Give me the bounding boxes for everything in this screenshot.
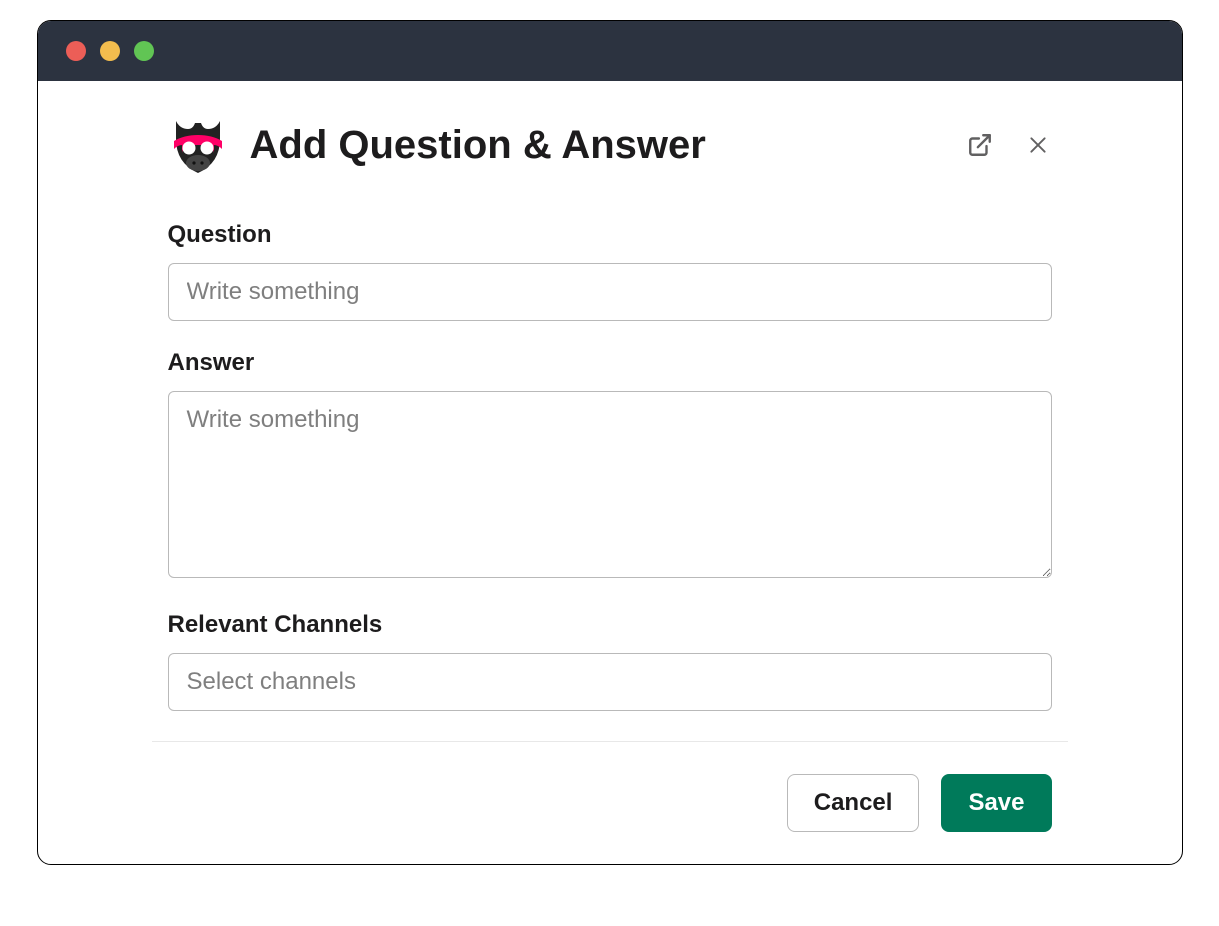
modal-footer: Cancel Save	[38, 742, 1182, 864]
question-label: Question	[168, 221, 1052, 249]
app-logo-icon	[168, 115, 228, 175]
modal-header: Add Question & Answer	[168, 115, 1052, 175]
channels-label: Relevant Channels	[168, 611, 1052, 639]
answer-label: Answer	[168, 349, 1052, 377]
channels-select[interactable]	[168, 653, 1052, 711]
header-actions	[966, 131, 1052, 159]
close-icon[interactable]	[1024, 131, 1052, 159]
channels-field-group: Relevant Channels	[168, 611, 1052, 711]
modal-title: Add Question & Answer	[250, 123, 944, 168]
window-titlebar	[38, 21, 1182, 81]
answer-input[interactable]	[168, 391, 1052, 578]
question-field-group: Question	[168, 221, 1052, 321]
modal-content: Add Question & Answer Qu	[38, 81, 1182, 742]
window-minimize-traffic-light[interactable]	[100, 41, 120, 61]
open-external-icon[interactable]	[966, 131, 994, 159]
answer-field-group: Answer	[168, 349, 1052, 583]
window-maximize-traffic-light[interactable]	[134, 41, 154, 61]
window-close-traffic-light[interactable]	[66, 41, 86, 61]
question-input[interactable]	[168, 263, 1052, 321]
save-button[interactable]: Save	[941, 774, 1051, 832]
cancel-button[interactable]: Cancel	[787, 774, 920, 832]
modal-window: Add Question & Answer Qu	[37, 20, 1183, 865]
